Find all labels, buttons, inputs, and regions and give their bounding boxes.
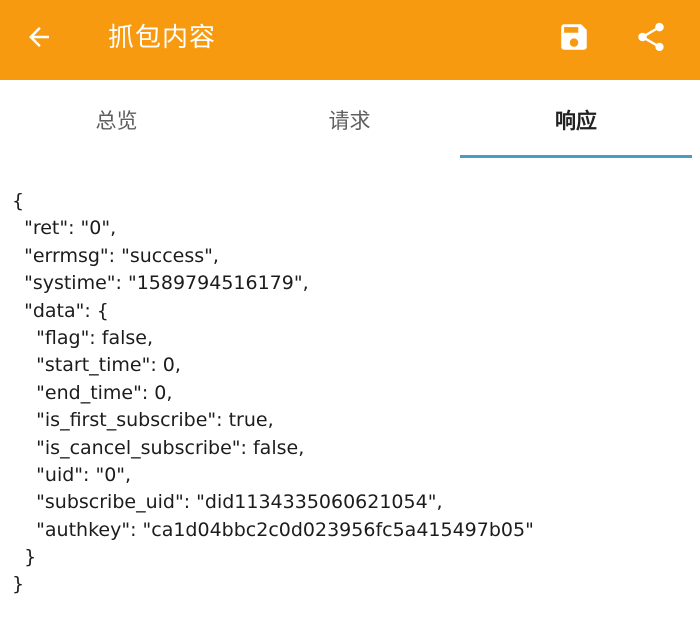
json-line: "is_cancel_subscribe": false, bbox=[12, 436, 305, 459]
json-line: "errmsg": "success", bbox=[12, 244, 219, 267]
share-button[interactable] bbox=[632, 18, 670, 56]
json-line: "authkey": "ca1d04bbc2c0d023956fc5a41549… bbox=[12, 518, 534, 541]
json-line: } bbox=[12, 546, 37, 569]
json-line: { bbox=[12, 190, 25, 212]
tab-request[interactable]: 请求 bbox=[233, 80, 466, 160]
json-line: "start_time": 0, bbox=[12, 354, 181, 377]
back-button[interactable] bbox=[22, 20, 56, 54]
app-bar: 抓包内容 bbox=[0, 0, 700, 80]
share-icon bbox=[638, 22, 664, 52]
json-line: "ret": "0", bbox=[12, 217, 117, 240]
json-line: } bbox=[12, 573, 25, 596]
json-line: "systime": "1589794516179", bbox=[12, 272, 309, 295]
response-body: { "ret": "0", "errmsg": "success", "syst… bbox=[12, 188, 534, 599]
page-title: 抓包内容 bbox=[108, 23, 217, 53]
json-line: "end_time": 0, bbox=[12, 381, 173, 404]
arrow-left-icon bbox=[29, 27, 49, 47]
tab-overview[interactable]: 总览 bbox=[0, 80, 233, 160]
save-icon bbox=[561, 24, 587, 50]
save-button[interactable] bbox=[555, 18, 593, 56]
json-line: "is_first_subscribe": true, bbox=[12, 409, 274, 432]
tab-response[interactable]: 响应 bbox=[460, 80, 692, 160]
json-line: "flag": false, bbox=[12, 326, 153, 349]
tab-bar: 总览 请求 响应 bbox=[0, 80, 700, 160]
json-line: "data": { bbox=[12, 299, 109, 322]
active-tab-indicator bbox=[460, 155, 692, 158]
json-line: "uid": "0", bbox=[12, 463, 132, 486]
json-line: "subscribe_uid": "did1134335060621054", bbox=[12, 491, 443, 514]
